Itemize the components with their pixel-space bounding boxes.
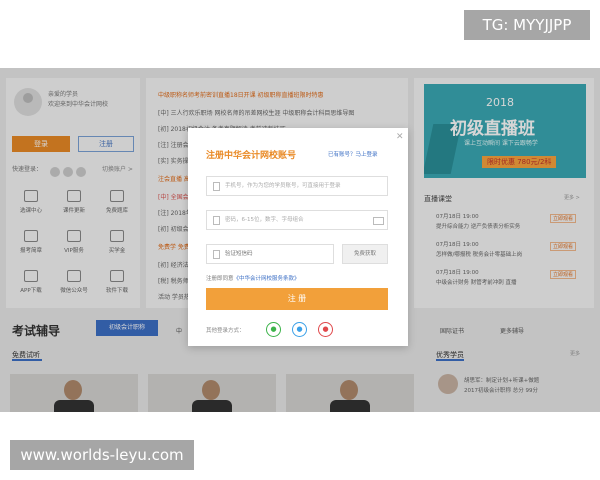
weibo-login-icon[interactable]: ●	[318, 322, 333, 337]
keyboard-icon[interactable]	[373, 217, 384, 225]
login-link[interactable]: 已有账号？马上登录	[328, 150, 378, 158]
wechat-login-icon[interactable]: ●	[266, 322, 281, 337]
agreement-text: 注册即同意《中华会计网校服务条款》	[206, 276, 300, 282]
modal-title: 注册中华会计网校账号	[206, 151, 297, 161]
phone-field[interactable]	[206, 176, 388, 196]
password-input[interactable]	[225, 213, 365, 227]
register-modal: ✕ 注册中华会计网校账号 已有账号？马上登录 免费获取 注册即同意《中华会计网校…	[188, 128, 408, 346]
sms-code-field[interactable]	[206, 244, 334, 264]
terms-link[interactable]: 《中华会计网校服务条款》	[234, 276, 300, 282]
qq-login-icon[interactable]: ●	[292, 322, 307, 337]
sms-icon	[213, 250, 220, 259]
submit-register-button[interactable]: 注 册	[206, 288, 388, 310]
other-login-label: 其他登录方式：	[206, 328, 245, 334]
phone-input[interactable]	[225, 179, 365, 193]
watermark-top: TG: MYYJJPP	[464, 10, 590, 40]
screenshot-area: 亲爱的学员 欢迎来到中华会计网校 登录 注册 快速登录： 切换账户 > 选课中心…	[0, 68, 600, 412]
close-icon[interactable]: ✕	[396, 132, 404, 142]
lock-icon	[213, 216, 220, 225]
watermark-bottom: www.worlds-leyu.com	[10, 440, 194, 470]
sms-code-input[interactable]	[225, 247, 325, 261]
get-code-button[interactable]: 免费获取	[342, 244, 388, 264]
password-field[interactable]	[206, 210, 388, 230]
phone-icon	[213, 182, 220, 191]
